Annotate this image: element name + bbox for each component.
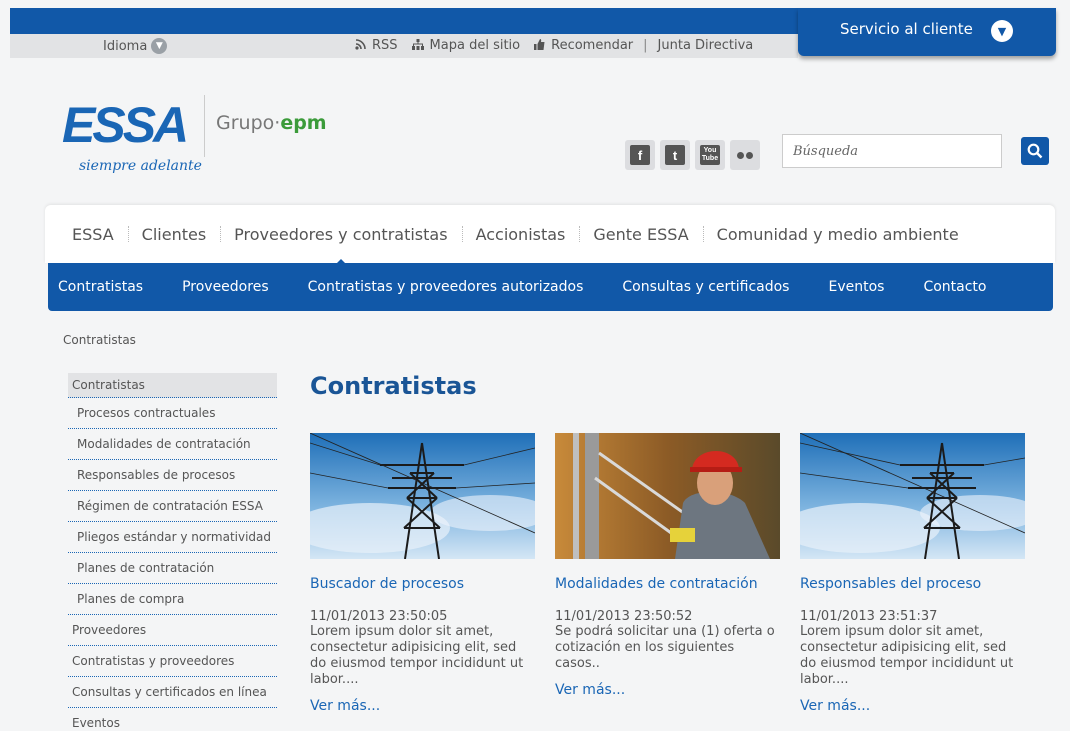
utility-bar: Idioma ▼ RSS Mapa del sitio Recomendar |…: [10, 34, 798, 58]
power-tower-image[interactable]: [310, 433, 535, 559]
subnav-proveedores[interactable]: Proveedores: [182, 279, 269, 295]
sidebar-item[interactable]: Responsables de procesos: [68, 460, 277, 491]
chevron-down-icon: ▼: [151, 38, 168, 54]
subnav-contratistas[interactable]: Contratistas: [58, 279, 143, 295]
read-more-link[interactable]: Ver más...: [555, 682, 780, 698]
nav-comunidad[interactable]: Comunidad y medio ambiente: [717, 225, 959, 244]
card-date: 11/01/2013 23:51:37: [800, 609, 938, 624]
subnav-consultas[interactable]: Consultas y certificados: [622, 279, 789, 295]
divider: |: [643, 38, 648, 53]
social-links: f t You Tube: [625, 140, 760, 170]
subnav-contacto[interactable]: Contacto: [923, 279, 986, 295]
sidebar-item[interactable]: Eventos: [68, 708, 277, 731]
read-more-link[interactable]: Ver más...: [800, 698, 1025, 714]
breadcrumb[interactable]: Contratistas: [63, 333, 136, 347]
sidebar-item[interactable]: Modalidades de contratación: [68, 429, 277, 460]
rss-link[interactable]: RSS: [372, 38, 398, 53]
sidebar-item[interactable]: Procesos contractuales: [68, 398, 277, 429]
sidebar-item[interactable]: Consultas y certificados en línea: [68, 677, 277, 708]
sidebar-item[interactable]: Planes de contratación: [68, 553, 277, 584]
customer-service-button[interactable]: Servicio al cliente ▼: [798, 8, 1056, 56]
card-excerpt: Se podrá solicitar una (1) oferta o coti…: [555, 624, 775, 671]
logo-divider: [204, 95, 205, 157]
nav-proveedores-contratistas[interactable]: Proveedores y contratistas: [234, 225, 448, 267]
content-card: Modalidades de contratación 11/01/2013 2…: [555, 433, 780, 698]
sidebar-item[interactable]: Régimen de contratación ESSA: [68, 491, 277, 522]
page-title: Contratistas: [310, 372, 477, 400]
sidebar-item[interactable]: Pliegos estándar y normatividad: [68, 522, 277, 553]
youtube-icon[interactable]: You Tube: [695, 140, 725, 170]
language-label: Idioma: [103, 38, 148, 54]
content-card: Buscador de procesos 11/01/2013 23:50:05…: [310, 433, 535, 714]
sidebar-menu: Contratistas Procesos contractuales Moda…: [68, 373, 277, 731]
sitemap-link[interactable]: Mapa del sitio: [430, 38, 521, 53]
sidebar-item[interactable]: Planes de compra: [68, 584, 277, 615]
card-title-link[interactable]: Modalidades de contratación: [555, 576, 780, 592]
nav-essa[interactable]: ESSA: [72, 225, 114, 244]
recommend-link[interactable]: Recomendar: [551, 38, 633, 53]
search-input[interactable]: [782, 134, 1002, 168]
lineman-worker-image[interactable]: [555, 433, 780, 559]
customer-service-label: Servicio al cliente: [840, 20, 973, 38]
card-date: 11/01/2013 23:50:52: [555, 609, 693, 624]
chevron-down-icon: ▼: [991, 20, 1013, 42]
subnav-eventos[interactable]: Eventos: [828, 279, 884, 295]
sub-nav: Contratistas Proveedores Contratistas y …: [48, 263, 1053, 311]
card-date: 11/01/2013 23:50:05: [310, 609, 448, 624]
epm-text: epm: [280, 112, 327, 134]
card-excerpt: Lorem ipsum dolor sit amet, consectetur …: [800, 624, 1014, 687]
thumbs-up-icon: [534, 38, 545, 53]
rss-icon: [355, 38, 366, 53]
sidebar-item[interactable]: Contratistas y proveedores: [68, 646, 277, 677]
sitemap-icon: [411, 38, 424, 53]
grupo-epm-logo: Grupo·epm: [216, 112, 327, 134]
board-link[interactable]: Junta Directiva: [658, 38, 754, 53]
language-selector[interactable]: Idioma ▼: [103, 38, 168, 54]
twitter-icon[interactable]: t: [660, 140, 690, 170]
flickr-icon[interactable]: [730, 140, 760, 170]
search-icon: [1027, 143, 1043, 159]
subnav-autorizados[interactable]: Contratistas y proveedores autorizados: [308, 279, 584, 295]
content-card: Responsables del proceso 11/01/2013 23:5…: [800, 433, 1025, 714]
sidebar-item[interactable]: Contratistas: [68, 373, 277, 398]
nav-gente-essa[interactable]: Gente ESSA: [593, 225, 688, 244]
nav-clientes[interactable]: Clientes: [142, 225, 207, 244]
card-excerpt: Lorem ipsum dolor sit amet, consectetur …: [310, 624, 524, 687]
card-title-link[interactable]: Buscador de procesos: [310, 576, 535, 592]
search-button[interactable]: [1021, 137, 1049, 165]
sidebar-item[interactable]: Proveedores: [68, 615, 277, 646]
grupo-text: Grupo·: [216, 112, 281, 134]
power-tower-image[interactable]: [800, 433, 1025, 559]
facebook-icon[interactable]: f: [625, 140, 655, 170]
essa-logo[interactable]: ESSA siempre adelante Grupo·epm: [62, 95, 362, 180]
nav-accionistas[interactable]: Accionistas: [476, 225, 566, 244]
brand-wordmark: ESSA: [62, 97, 189, 153]
brand-tagline: siempre adelante: [79, 158, 202, 174]
main-nav: ESSA Clientes Proveedores y contratistas…: [45, 205, 1055, 267]
read-more-link[interactable]: Ver más...: [310, 698, 535, 714]
card-title-link[interactable]: Responsables del proceso: [800, 576, 1025, 592]
